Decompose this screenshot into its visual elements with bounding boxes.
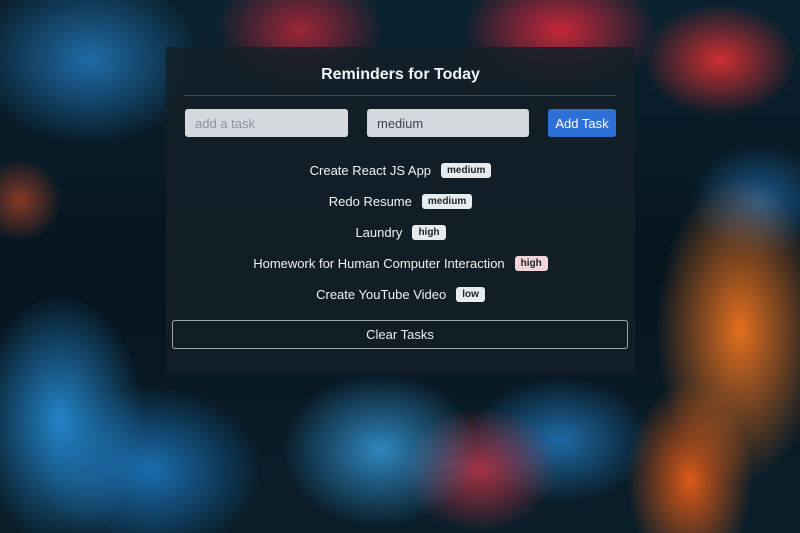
task-input[interactable] bbox=[185, 109, 348, 137]
clear-tasks-button[interactable]: Clear Tasks bbox=[172, 320, 628, 349]
priority-badge: medium bbox=[421, 194, 473, 209]
page-title: Reminders for Today bbox=[321, 66, 480, 83]
divider bbox=[184, 95, 617, 96]
priority-badge: high bbox=[412, 225, 446, 240]
task-text: Laundry bbox=[355, 225, 403, 240]
task-text: Homework for Human Computer Interaction bbox=[253, 256, 505, 271]
priority-badge: medium bbox=[441, 163, 492, 178]
task-item[interactable]: Create React JS App medium bbox=[166, 155, 635, 186]
priority-input[interactable]: medium bbox=[367, 109, 529, 137]
task-item[interactable]: Redo Resume medium bbox=[166, 186, 635, 217]
task-item[interactable]: Homework for Human Computer Interaction … bbox=[166, 248, 635, 279]
priority-badge: low bbox=[456, 287, 485, 302]
task-list: Create React JS App medium Redo Resume m… bbox=[166, 155, 635, 310]
task-text: Redo Resume bbox=[328, 194, 412, 209]
task-text: Create React JS App bbox=[309, 163, 432, 178]
reminders-card: Reminders for Today medium Add Task Crea… bbox=[166, 47, 635, 374]
priority-badge: high bbox=[514, 256, 548, 271]
task-item[interactable]: Laundry high bbox=[166, 217, 635, 248]
task-item[interactable]: Create YouTube Video low bbox=[166, 279, 635, 310]
add-task-button[interactable]: Add Task bbox=[548, 109, 616, 137]
task-text: Create YouTube Video bbox=[316, 287, 447, 302]
